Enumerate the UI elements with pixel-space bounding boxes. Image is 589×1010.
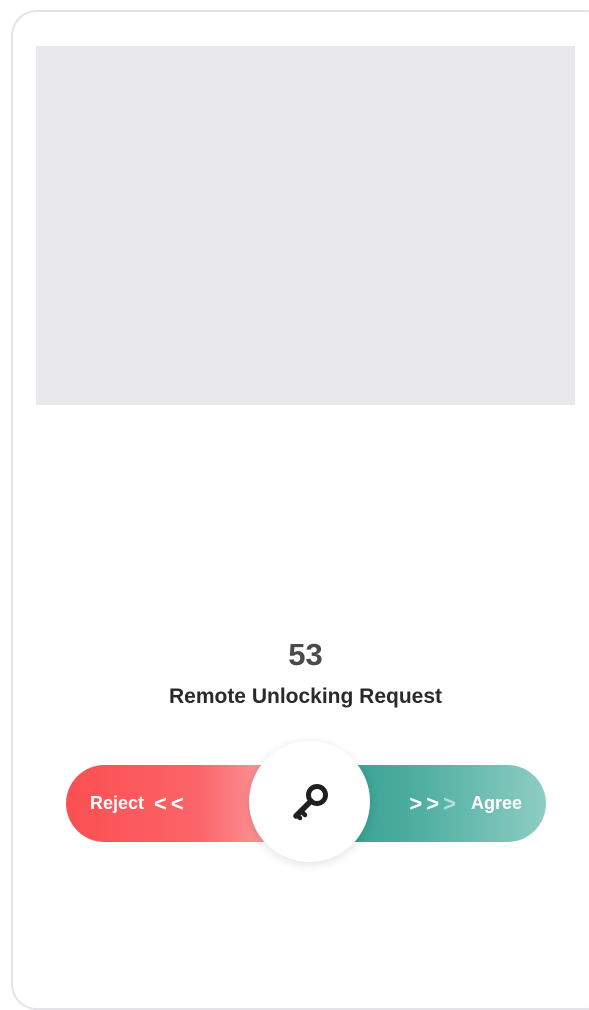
countdown-timer: 53 [288, 637, 323, 672]
chevron-left-icon: < [154, 790, 168, 816]
chevron-right-icon: > [426, 790, 441, 816]
agree-label: Agree [470, 793, 522, 813]
reject-chevrons: < < [154, 790, 185, 816]
chevron-left-icon: < [170, 790, 185, 816]
chevron-right-icon: > [409, 790, 424, 816]
reject-label: Reject [90, 793, 145, 813]
chevron-right-icon: > [443, 790, 457, 816]
key-icon [292, 783, 328, 820]
request-title: Remote Unlocking Request [168, 685, 443, 708]
agree-chevrons: > > > [409, 790, 457, 816]
camera-preview [36, 46, 575, 405]
unlock-slider-knob[interactable] [249, 741, 370, 862]
